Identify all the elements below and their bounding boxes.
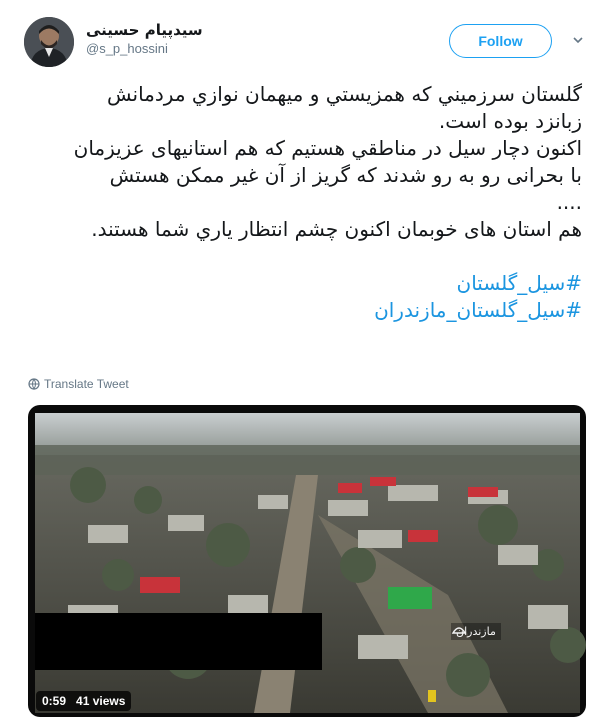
chevron-down-icon[interactable] (572, 34, 584, 46)
tweet-line: اکنون دچار سيل در مناطقي هستيم که هم است… (73, 136, 582, 160)
tweet-line: گلستان سرزميني که همزيستي و ميهمان نوازي… (107, 82, 582, 106)
tweet-line: .... (556, 190, 582, 214)
hashtag-link[interactable]: #سیل_گلستان_مازندران (30, 297, 582, 324)
redaction-block (35, 613, 322, 670)
translate-tweet-label: Translate Tweet (44, 377, 129, 391)
channel-logo-icon (451, 627, 467, 634)
avatar-image (24, 17, 74, 67)
tweet-line: زبانزد بوده است. (438, 109, 582, 133)
author-handle[interactable]: @s_p_hossini (86, 40, 203, 58)
video-views: 41 views (76, 694, 126, 708)
author-block: سیدپیام حسینی @s_p_hossini (86, 20, 203, 58)
channel-logo: مازندران (451, 623, 501, 640)
video-frame (35, 413, 586, 713)
hashtag-link[interactable]: #سیل_گلستان (30, 270, 583, 297)
author-display-name[interactable]: سیدپیام حسینی (86, 20, 203, 40)
video-duration: 0:59 (42, 694, 67, 708)
video-player[interactable]: مازندران 0:59 41 views (28, 405, 586, 717)
tweet-text: گلستان سرزميني که همزيستي و ميهمان نوازي… (30, 81, 582, 324)
tweet-line: هم استان های خوبمان اکنون چشم انتظار يار… (91, 217, 582, 241)
globe-icon (28, 378, 40, 390)
tweet-line: با بحرانی رو به رو شدند که گريز از آن غي… (109, 163, 582, 187)
avatar[interactable] (24, 17, 74, 67)
video-stats-badge: 0:59 41 views (36, 691, 132, 711)
follow-button[interactable]: Follow (449, 24, 552, 58)
translate-tweet-link[interactable]: Translate Tweet (28, 377, 129, 391)
